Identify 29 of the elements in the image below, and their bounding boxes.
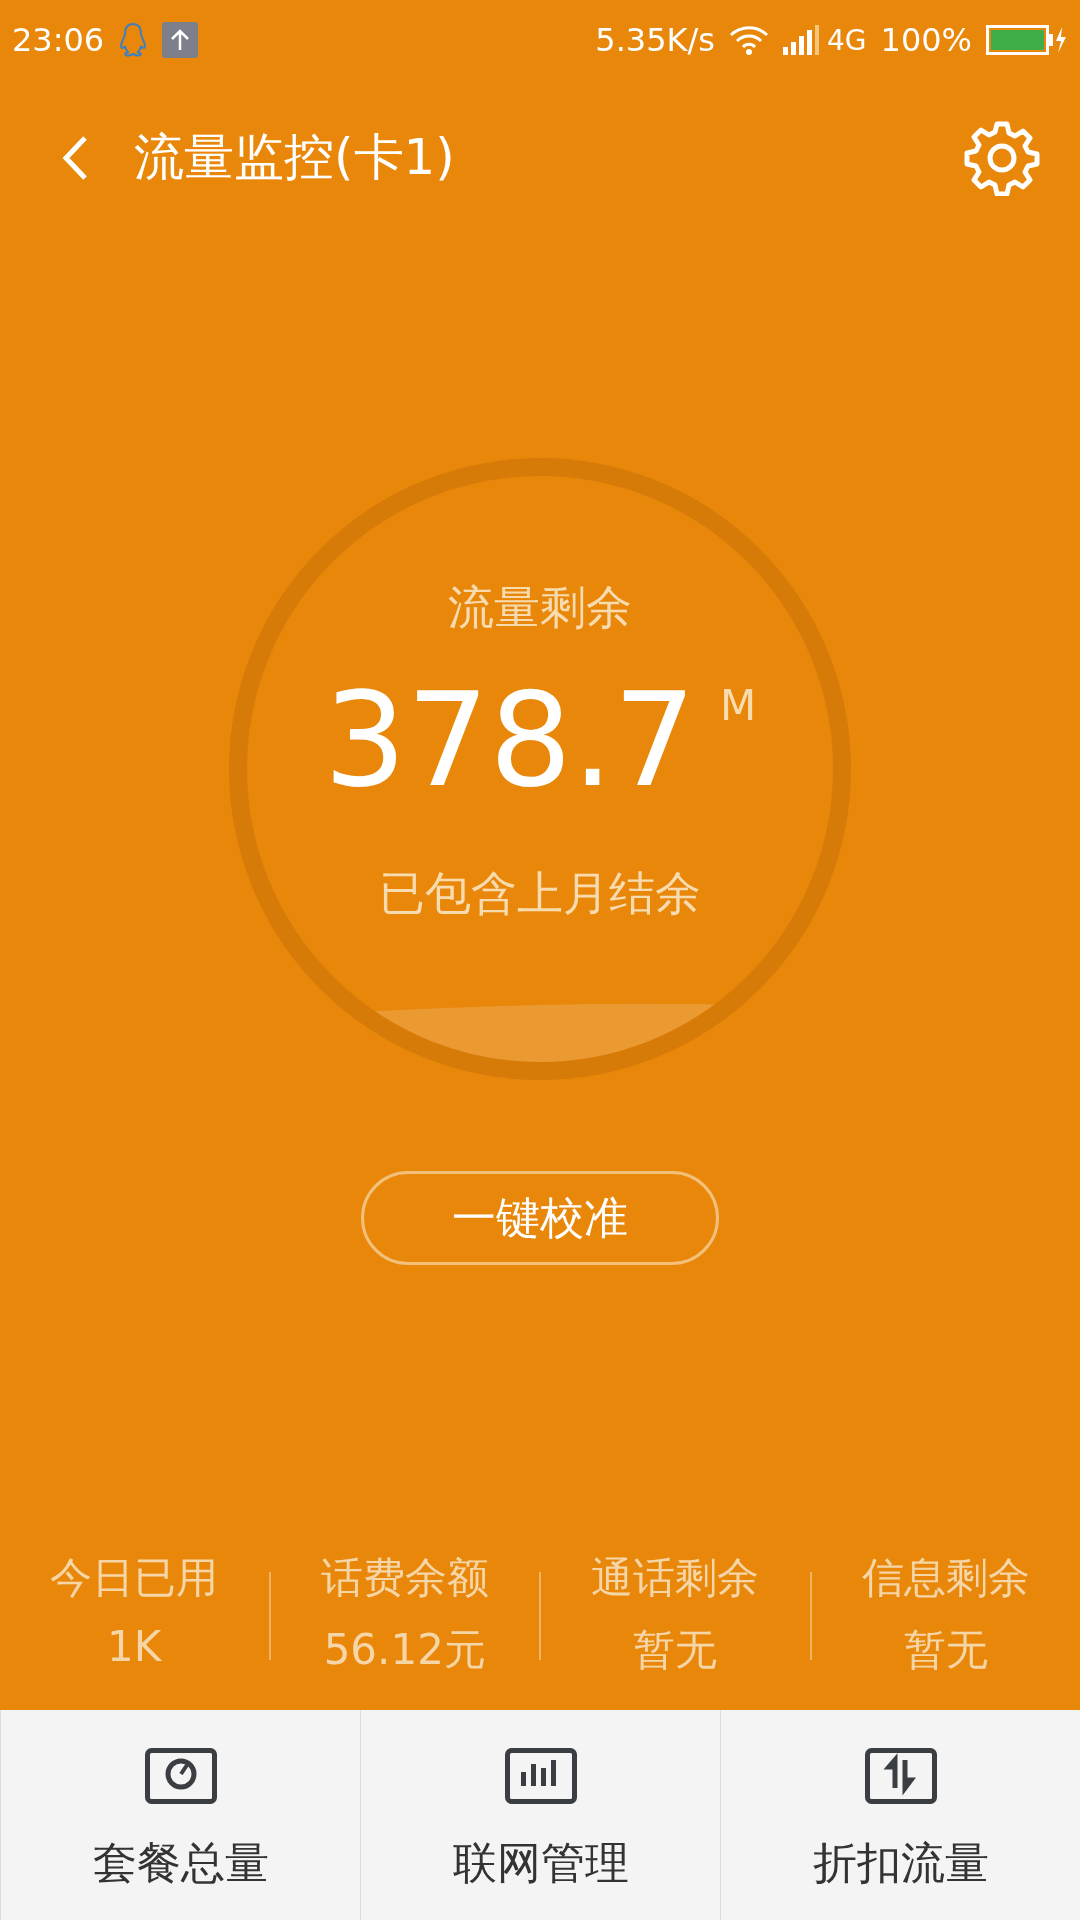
network-type: 4G [827, 23, 867, 57]
stat-value: 1K [107, 1622, 162, 1671]
up-down-arrows-icon [864, 1748, 937, 1806]
stat-value: 56.12元 [323, 1624, 486, 1676]
gauge-label: 流量剩余 [448, 579, 632, 636]
dial-icon [144, 1748, 217, 1806]
stat-value: 暂无 [633, 1624, 718, 1676]
wifi-icon [729, 25, 769, 55]
remaining-value: 378.7 [323, 675, 696, 805]
page-title: 流量监控(卡1) [134, 127, 456, 188]
signal-icon [783, 25, 819, 55]
stat-label: 话费余额 [320, 1552, 489, 1604]
settings-button[interactable] [964, 119, 1040, 196]
nav-tab[interactable]: 联网管理 [360, 1710, 720, 1920]
network-speed: 5.35K/s [595, 21, 715, 59]
gauge-note: 已包含上月结余 [379, 865, 701, 922]
stat-value: 暂无 [903, 1624, 988, 1676]
bar-chart-icon [504, 1748, 577, 1806]
penguin-icon [118, 22, 149, 58]
clock: 23:06 [12, 21, 105, 59]
nav-tab[interactable]: 折扣流量 [720, 1710, 1080, 1920]
nav-tab[interactable]: 套餐总量 [0, 1710, 360, 1920]
stat-label: 信息剩余 [861, 1552, 1030, 1604]
upload-icon [162, 22, 199, 58]
stat-label: 今日已用 [50, 1552, 219, 1604]
unit-label: M [719, 681, 757, 730]
battery-charging-icon [986, 25, 1068, 55]
battery-percent: 100% [880, 21, 972, 59]
stat-label: 通话剩余 [591, 1552, 760, 1604]
